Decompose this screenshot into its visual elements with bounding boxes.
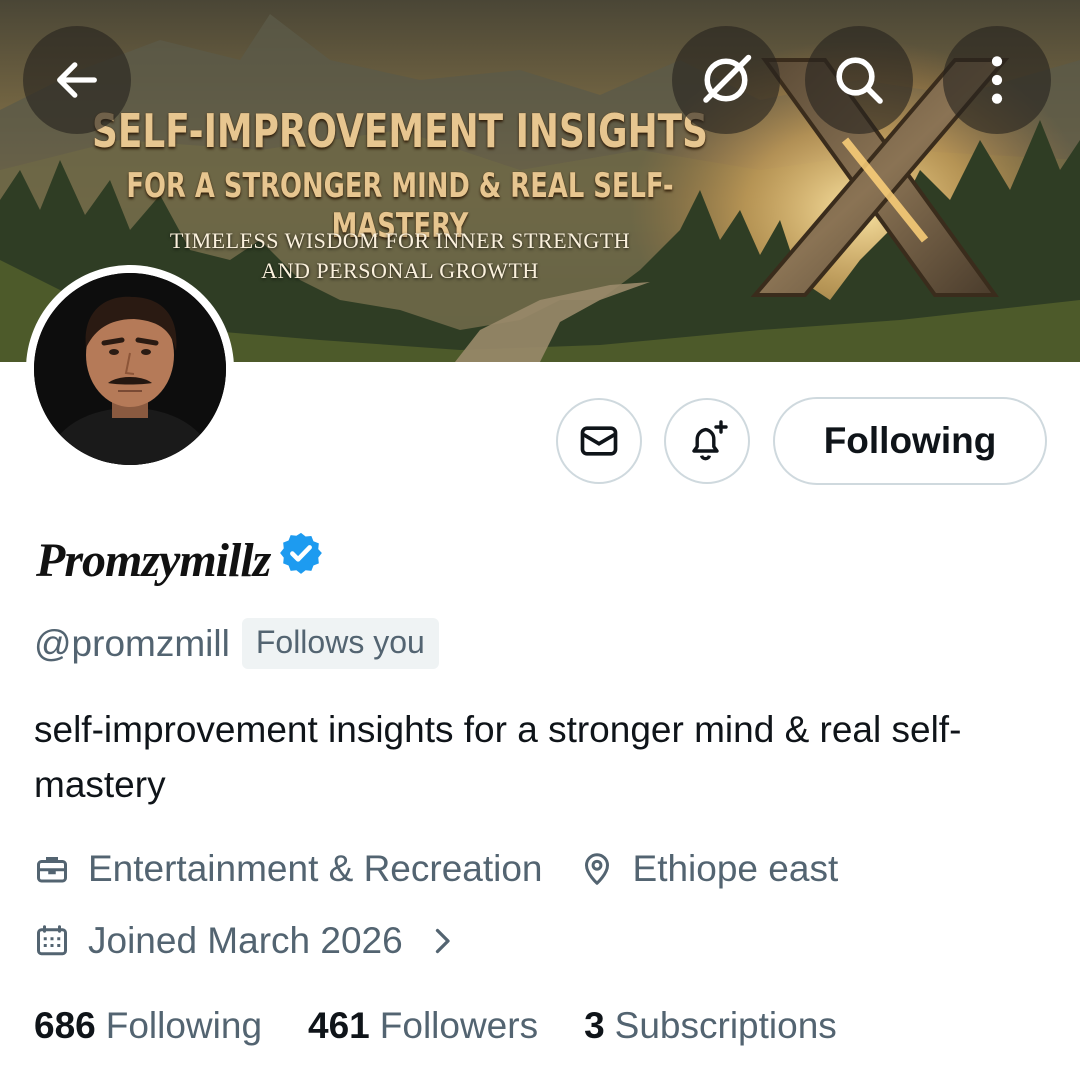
banner-subtitle: TIMELESS WISDOM FOR INNER STRENGTH AND P… bbox=[150, 226, 650, 286]
arrow-left-icon bbox=[57, 62, 97, 98]
profile-location: Ethiope east bbox=[632, 848, 839, 889]
user-handle: @promzmill bbox=[34, 622, 230, 664]
avatar-image bbox=[34, 273, 226, 465]
profile-bio: self-improvement insights for a stronger… bbox=[34, 709, 962, 805]
profile-category: Entertainment & Recreation bbox=[88, 848, 543, 889]
grok-button[interactable] bbox=[672, 26, 780, 134]
grok-icon bbox=[703, 54, 752, 103]
banner-subtitle-line2: AND PERSONAL GROWTH bbox=[261, 258, 539, 283]
location-item: Ethiope east bbox=[579, 848, 839, 890]
banner-subtitle-line1: TIMELESS WISDOM FOR INNER STRENGTH bbox=[169, 228, 631, 253]
subscriptions-stat[interactable]: 3 Subscriptions bbox=[584, 1005, 837, 1047]
followers-stat-label: Followers bbox=[379, 1005, 539, 1046]
message-button[interactable] bbox=[556, 398, 642, 484]
following-stat-label: Following bbox=[105, 1005, 263, 1046]
banner-title-line1: SELF-IMPROVEMENT INSIGHTS bbox=[92, 104, 708, 158]
followers-count: 461 bbox=[308, 1005, 370, 1046]
following-stat[interactable]: 686 Following bbox=[34, 1005, 262, 1047]
following-button[interactable]: Following bbox=[773, 397, 1047, 485]
calendar-icon bbox=[37, 925, 67, 956]
joined-item[interactable]: Joined March 2026 bbox=[34, 920, 475, 962]
notifications-button[interactable] bbox=[664, 398, 750, 484]
envelope-icon bbox=[580, 426, 618, 456]
briefcase-icon bbox=[37, 857, 67, 883]
display-name: Promzymillz bbox=[36, 533, 271, 587]
search-button[interactable] bbox=[805, 26, 913, 134]
handle-row: @promzmill Follows you bbox=[34, 618, 439, 669]
following-count: 686 bbox=[34, 1005, 96, 1046]
subscriptions-stat-label: Subscriptions bbox=[614, 1005, 837, 1046]
chevron-right-icon bbox=[435, 928, 450, 954]
followers-stat[interactable]: 461 Followers bbox=[308, 1005, 538, 1047]
back-button[interactable] bbox=[23, 26, 131, 134]
subscriptions-count: 3 bbox=[584, 1005, 605, 1046]
verified-badge-icon[interactable] bbox=[278, 530, 324, 576]
bell-plus-icon bbox=[692, 420, 728, 461]
more-button[interactable] bbox=[943, 26, 1051, 134]
joined-row[interactable]: Joined March 2026 bbox=[34, 920, 475, 962]
profile-meta-row: Entertainment & Recreation Ethiope east bbox=[34, 848, 838, 890]
more-vertical-icon bbox=[991, 56, 1003, 104]
location-pin-icon bbox=[584, 853, 609, 885]
display-name-row: Promzymillz bbox=[36, 520, 324, 600]
profile-joined: Joined March 2026 bbox=[88, 920, 403, 961]
avatar[interactable] bbox=[26, 265, 234, 473]
profile-photo bbox=[34, 273, 226, 465]
profile-stats: 686 Following 461 Followers 3 Subscriptions bbox=[34, 1005, 883, 1047]
search-icon bbox=[836, 57, 883, 104]
follows-you-badge: Follows you bbox=[241, 618, 439, 669]
category-item: Entertainment & Recreation bbox=[34, 848, 543, 890]
